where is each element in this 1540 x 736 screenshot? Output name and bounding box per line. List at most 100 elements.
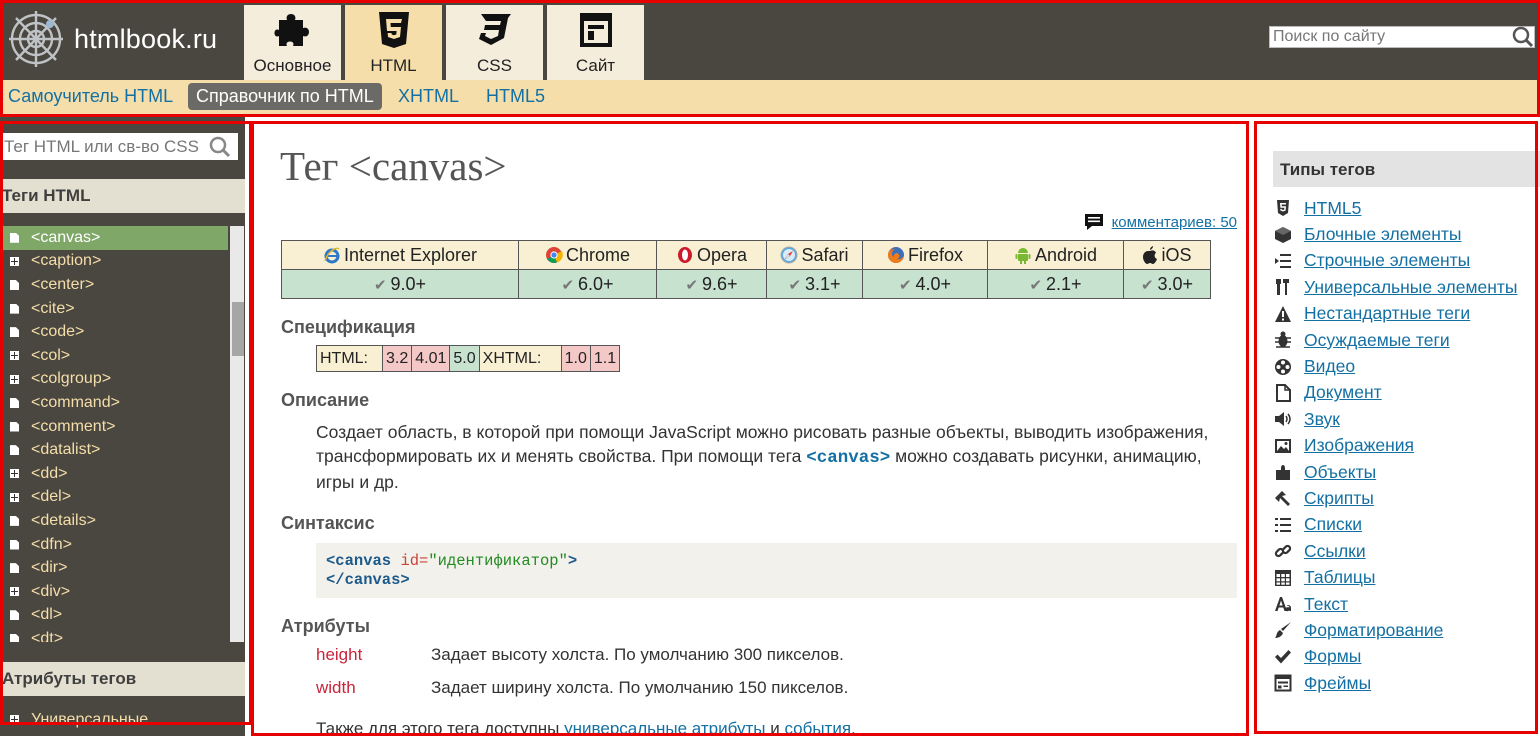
spec-version: 4.01 bbox=[411, 345, 451, 372]
plus-icon[interactable] bbox=[10, 256, 19, 266]
spider-web-icon bbox=[9, 11, 63, 67]
type-item-sound[interactable]: Звук bbox=[1273, 406, 1518, 432]
tag-item[interactable]: <dfn> bbox=[2, 533, 228, 557]
universal-attributes-link[interactable]: универсальные атрибуты bbox=[564, 719, 765, 736]
events-link[interactable]: события bbox=[784, 719, 851, 736]
tag-item[interactable]: <cite> bbox=[2, 297, 228, 321]
type-item-deprecated[interactable]: Осуждаемые теги bbox=[1273, 327, 1518, 353]
tag-item[interactable]: <command> bbox=[2, 391, 228, 415]
attribute-name[interactable]: width bbox=[316, 678, 431, 698]
spec-xhtml-label: XHTML: bbox=[478, 345, 562, 372]
description-heading: Описание bbox=[281, 390, 370, 410]
browser-cell: Firefox bbox=[862, 240, 988, 270]
doc-icon bbox=[10, 279, 19, 290]
browser-version-cell: ✔ 6.0+ bbox=[518, 269, 657, 299]
site-layout-icon bbox=[580, 13, 612, 47]
type-item-text[interactable]: Текст bbox=[1273, 591, 1518, 617]
tag-item[interactable]: <datalist> bbox=[2, 438, 228, 462]
tag-item[interactable]: <dd> bbox=[2, 462, 228, 486]
tag-item[interactable]: <dir> bbox=[2, 556, 228, 580]
type-item-block[interactable]: Блочные элементы bbox=[1273, 221, 1518, 247]
spec-version: 5.0 bbox=[449, 345, 480, 372]
plus-icon[interactable] bbox=[10, 715, 19, 725]
inline-code[interactable]: <canvas> bbox=[806, 448, 890, 468]
puzzle-icon bbox=[274, 14, 309, 46]
site-search-input[interactable] bbox=[1270, 27, 1510, 47]
type-item-lists[interactable]: Списки bbox=[1273, 512, 1518, 538]
scrollbar-thumb[interactable] bbox=[232, 302, 244, 356]
plus-icon[interactable] bbox=[10, 351, 19, 361]
search-icon[interactable] bbox=[209, 136, 231, 158]
type-item-inline[interactable]: Строчные элементы bbox=[1273, 248, 1518, 274]
tag-item[interactable]: <del> bbox=[2, 486, 228, 510]
doc-icon bbox=[10, 610, 19, 621]
type-item-frames[interactable]: Фреймы bbox=[1273, 670, 1518, 696]
plus-icon[interactable] bbox=[10, 374, 19, 384]
tag-item[interactable]: <caption> bbox=[2, 250, 228, 274]
plus-icon[interactable] bbox=[10, 587, 19, 597]
browser-cell: Internet Explorer bbox=[281, 240, 519, 270]
type-item-nonstandard[interactable]: Нестандартные теги bbox=[1273, 301, 1518, 327]
type-item-forms[interactable]: Формы bbox=[1273, 644, 1518, 670]
doc-icon bbox=[10, 515, 19, 526]
tag-item[interactable]: <dt> bbox=[2, 627, 228, 642]
check-icon: ✔ bbox=[1140, 276, 1154, 294]
tab-html[interactable]: HTML bbox=[345, 5, 442, 80]
tab-osnovnoe[interactable]: Основное bbox=[244, 5, 341, 80]
tag-item[interactable]: <col> bbox=[2, 344, 228, 368]
type-item-links[interactable]: Ссылки bbox=[1273, 538, 1518, 564]
type-item-video[interactable]: Видео bbox=[1273, 353, 1518, 379]
plus-icon[interactable] bbox=[10, 492, 19, 502]
check-icon: ✔ bbox=[561, 276, 575, 294]
inline-icon bbox=[1273, 251, 1293, 271]
type-item-formatting[interactable]: Форматирование bbox=[1273, 617, 1518, 643]
type-item-scripts[interactable]: Скрипты bbox=[1273, 485, 1518, 511]
tab-css[interactable]: CSS bbox=[446, 5, 543, 80]
tag-item[interactable]: <div> bbox=[2, 580, 228, 604]
apple-icon bbox=[1143, 245, 1158, 264]
type-item-tables[interactable]: Таблицы bbox=[1273, 564, 1518, 590]
tag-item[interactable]: <comment> bbox=[2, 415, 228, 439]
subnav-item-tutorial[interactable]: Самоучитель HTML bbox=[8, 86, 173, 107]
tag-search-input[interactable] bbox=[2, 133, 202, 160]
main-content: Тег <canvas> комментариев: 50 Internet E… bbox=[250, 116, 1250, 736]
search-icon[interactable] bbox=[1512, 26, 1534, 48]
type-item-universal[interactable]: Универсальные элементы bbox=[1273, 274, 1518, 300]
attr-group-item[interactable]: Универсальные bbox=[2, 708, 228, 732]
type-item-document[interactable]: Документ bbox=[1273, 380, 1518, 406]
attributes-heading[interactable]: Атрибуты тегов bbox=[0, 662, 245, 696]
subnav-item-html5[interactable]: HTML5 bbox=[486, 86, 545, 107]
comment-icon[interactable] bbox=[1084, 212, 1104, 232]
tag-item[interactable]: <details> bbox=[2, 509, 228, 533]
tag-item[interactable]: <center> bbox=[2, 273, 228, 297]
type-item-images[interactable]: Изображения bbox=[1273, 433, 1518, 459]
html5-icon bbox=[379, 12, 409, 48]
subnav-item-reference[interactable]: Справочник по HTML bbox=[188, 83, 382, 110]
tag-list-scrollbar[interactable] bbox=[230, 226, 244, 642]
tools-icon bbox=[1273, 277, 1293, 297]
type-item-html5[interactable]: HTML5 bbox=[1273, 195, 1518, 221]
plus-icon[interactable] bbox=[10, 469, 19, 479]
attribute-name[interactable]: height bbox=[316, 645, 431, 665]
subnav-item-xhtml[interactable]: XHTML bbox=[398, 86, 459, 107]
browser-cell: Android bbox=[987, 240, 1124, 270]
tab-sajt[interactable]: Сайт bbox=[547, 5, 644, 80]
tag-item[interactable]: <canvas> bbox=[2, 226, 228, 250]
tag-types-heading: Типы тегов bbox=[1273, 151, 1540, 187]
doc-icon bbox=[10, 633, 19, 642]
type-item-objects[interactable]: Объекты bbox=[1273, 459, 1518, 485]
tag-item[interactable]: <code> bbox=[2, 320, 228, 344]
spec-heading: Спецификация bbox=[281, 317, 416, 337]
check-icon bbox=[1273, 647, 1293, 667]
doc-icon bbox=[10, 421, 19, 432]
browser-version-cell: ✔ 3.0+ bbox=[1123, 269, 1211, 299]
ie-icon bbox=[324, 247, 340, 263]
comments-link[interactable]: комментариев: 50 bbox=[1112, 214, 1237, 231]
spec-table: HTML: 3.2 4.01 5.0 XHTML: 1.0 1.1 bbox=[316, 345, 621, 372]
tag-item[interactable]: <colgroup> bbox=[2, 368, 228, 392]
tag-item[interactable]: <dl> bbox=[2, 604, 228, 628]
site-logo[interactable]: htmlbook.ru bbox=[6, 8, 217, 70]
check-icon: ✔ bbox=[685, 276, 699, 294]
check-icon: ✔ bbox=[898, 276, 912, 294]
tags-heading[interactable]: Теги HTML bbox=[0, 179, 245, 213]
